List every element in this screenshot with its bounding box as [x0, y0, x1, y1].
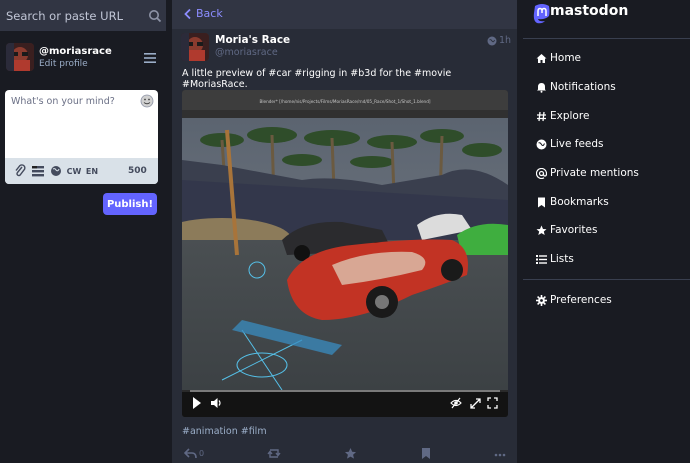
nav-item-notifications[interactable]: Notifications: [523, 75, 690, 101]
nav-item-label: Live feeds: [550, 138, 604, 150]
emoji-icon[interactable]: [140, 94, 154, 108]
status-timestamp[interactable]: 1h: [499, 35, 511, 46]
chevron-left-icon: [184, 8, 191, 20]
edit-profile-link[interactable]: Edit profile: [39, 59, 88, 69]
attachment-icon[interactable]: [14, 163, 26, 179]
nav-item-label: Favorites: [550, 224, 598, 236]
search-input[interactable]: [0, 0, 140, 31]
video-frame: Blender* [/home/nis/Projects/Films/Moria…: [182, 90, 508, 417]
nav-item-label: Private mentions: [550, 167, 639, 179]
status-hashtags[interactable]: #animation #film: [182, 426, 267, 437]
nav-item-label: Notifications: [550, 81, 616, 93]
nav-item-label: Explore: [550, 110, 590, 122]
compose-form: CW EN 500: [5, 90, 158, 184]
column-back-bar[interactable]: Back: [172, 0, 517, 29]
character-counter: 500: [128, 166, 147, 176]
star-icon[interactable]: [344, 447, 357, 460]
nav-item-favorites[interactable]: Favorites: [523, 218, 690, 244]
nav-item-label: Home: [550, 52, 582, 64]
search-icon[interactable]: [148, 9, 162, 23]
nav-item-label: Lists: [550, 253, 574, 265]
globe-icon: [487, 36, 497, 46]
avatar[interactable]: [6, 43, 34, 71]
compose-textarea[interactable]: [5, 90, 158, 152]
video-window-title: Blender* [/home/nis/Projects/Films/Moria…: [260, 99, 431, 104]
nav-item-preferences[interactable]: Preferences: [523, 288, 690, 314]
status-display-name[interactable]: Moria's Race: [215, 34, 290, 46]
nav-item-explore[interactable]: Explore: [523, 104, 690, 130]
reply-count: 0: [199, 449, 205, 458]
at-icon: [536, 168, 547, 179]
nav-item-home[interactable]: Home: [523, 46, 690, 72]
star-icon: [536, 225, 547, 235]
publish-button[interactable]: Publish!: [103, 193, 157, 215]
back-button[interactable]: Back: [196, 7, 223, 20]
bell-icon: [537, 83, 546, 93]
avatar[interactable]: [181, 33, 209, 61]
poll-icon[interactable]: [32, 163, 45, 179]
bookmark-icon: [538, 197, 545, 208]
reply-icon[interactable]: [184, 447, 197, 460]
status-column: Back Moria's Race @moriasrace 1h A littl…: [172, 0, 517, 463]
play-icon[interactable]: [192, 396, 202, 410]
navigation-column: mastodon Home Notifications Explore Live…: [523, 0, 690, 463]
compose-column: @moriasrace Edit profile CW EN 500 Publi…: [0, 0, 166, 463]
hashtag-icon: [537, 111, 546, 122]
list-icon: [536, 255, 547, 264]
gear-icon: [536, 295, 547, 306]
compose-profile: @moriasrace Edit profile: [0, 43, 166, 75]
language-button[interactable]: EN: [85, 163, 99, 179]
boost-icon[interactable]: [267, 447, 281, 460]
status-content: A little preview of #car #rigging in #b3…: [182, 68, 452, 90]
search-bar: [0, 0, 166, 31]
volume-icon[interactable]: [210, 396, 222, 410]
more-icon[interactable]: [494, 447, 506, 460]
video-player[interactable]: Blender* [/home/nis/Projects/Films/Moria…: [182, 90, 508, 417]
visibility-globe-icon[interactable]: [50, 163, 62, 179]
nav-item-live-feeds[interactable]: Live feeds: [523, 132, 690, 158]
brand-wordmark[interactable]: mastodon: [550, 3, 628, 19]
divider: [523, 279, 690, 280]
profile-handle[interactable]: @moriasrace: [39, 46, 112, 57]
divider: [523, 38, 690, 39]
menu-icon[interactable]: [144, 52, 158, 64]
mastodon-logo-icon[interactable]: [533, 3, 551, 25]
home-icon: [536, 54, 547, 63]
compose-toolbar: CW EN 500: [5, 158, 158, 184]
nav-item-label: Bookmarks: [550, 196, 609, 208]
nav-item-lists[interactable]: Lists: [523, 247, 690, 273]
content-warning-button[interactable]: CW: [66, 163, 82, 179]
expand-icon[interactable]: [470, 396, 481, 410]
nav-item-bookmarks[interactable]: Bookmarks: [523, 190, 690, 216]
fullscreen-icon[interactable]: [487, 396, 498, 410]
globe-icon: [536, 139, 547, 150]
nav-item-private-mentions[interactable]: Private mentions: [523, 161, 690, 187]
status-account[interactable]: @moriasrace: [215, 47, 278, 58]
nav-item-label: Preferences: [550, 294, 612, 306]
bookmark-icon[interactable]: [421, 447, 431, 460]
hide-eye-icon[interactable]: [450, 396, 462, 410]
status-action-bar: 0: [172, 446, 517, 463]
